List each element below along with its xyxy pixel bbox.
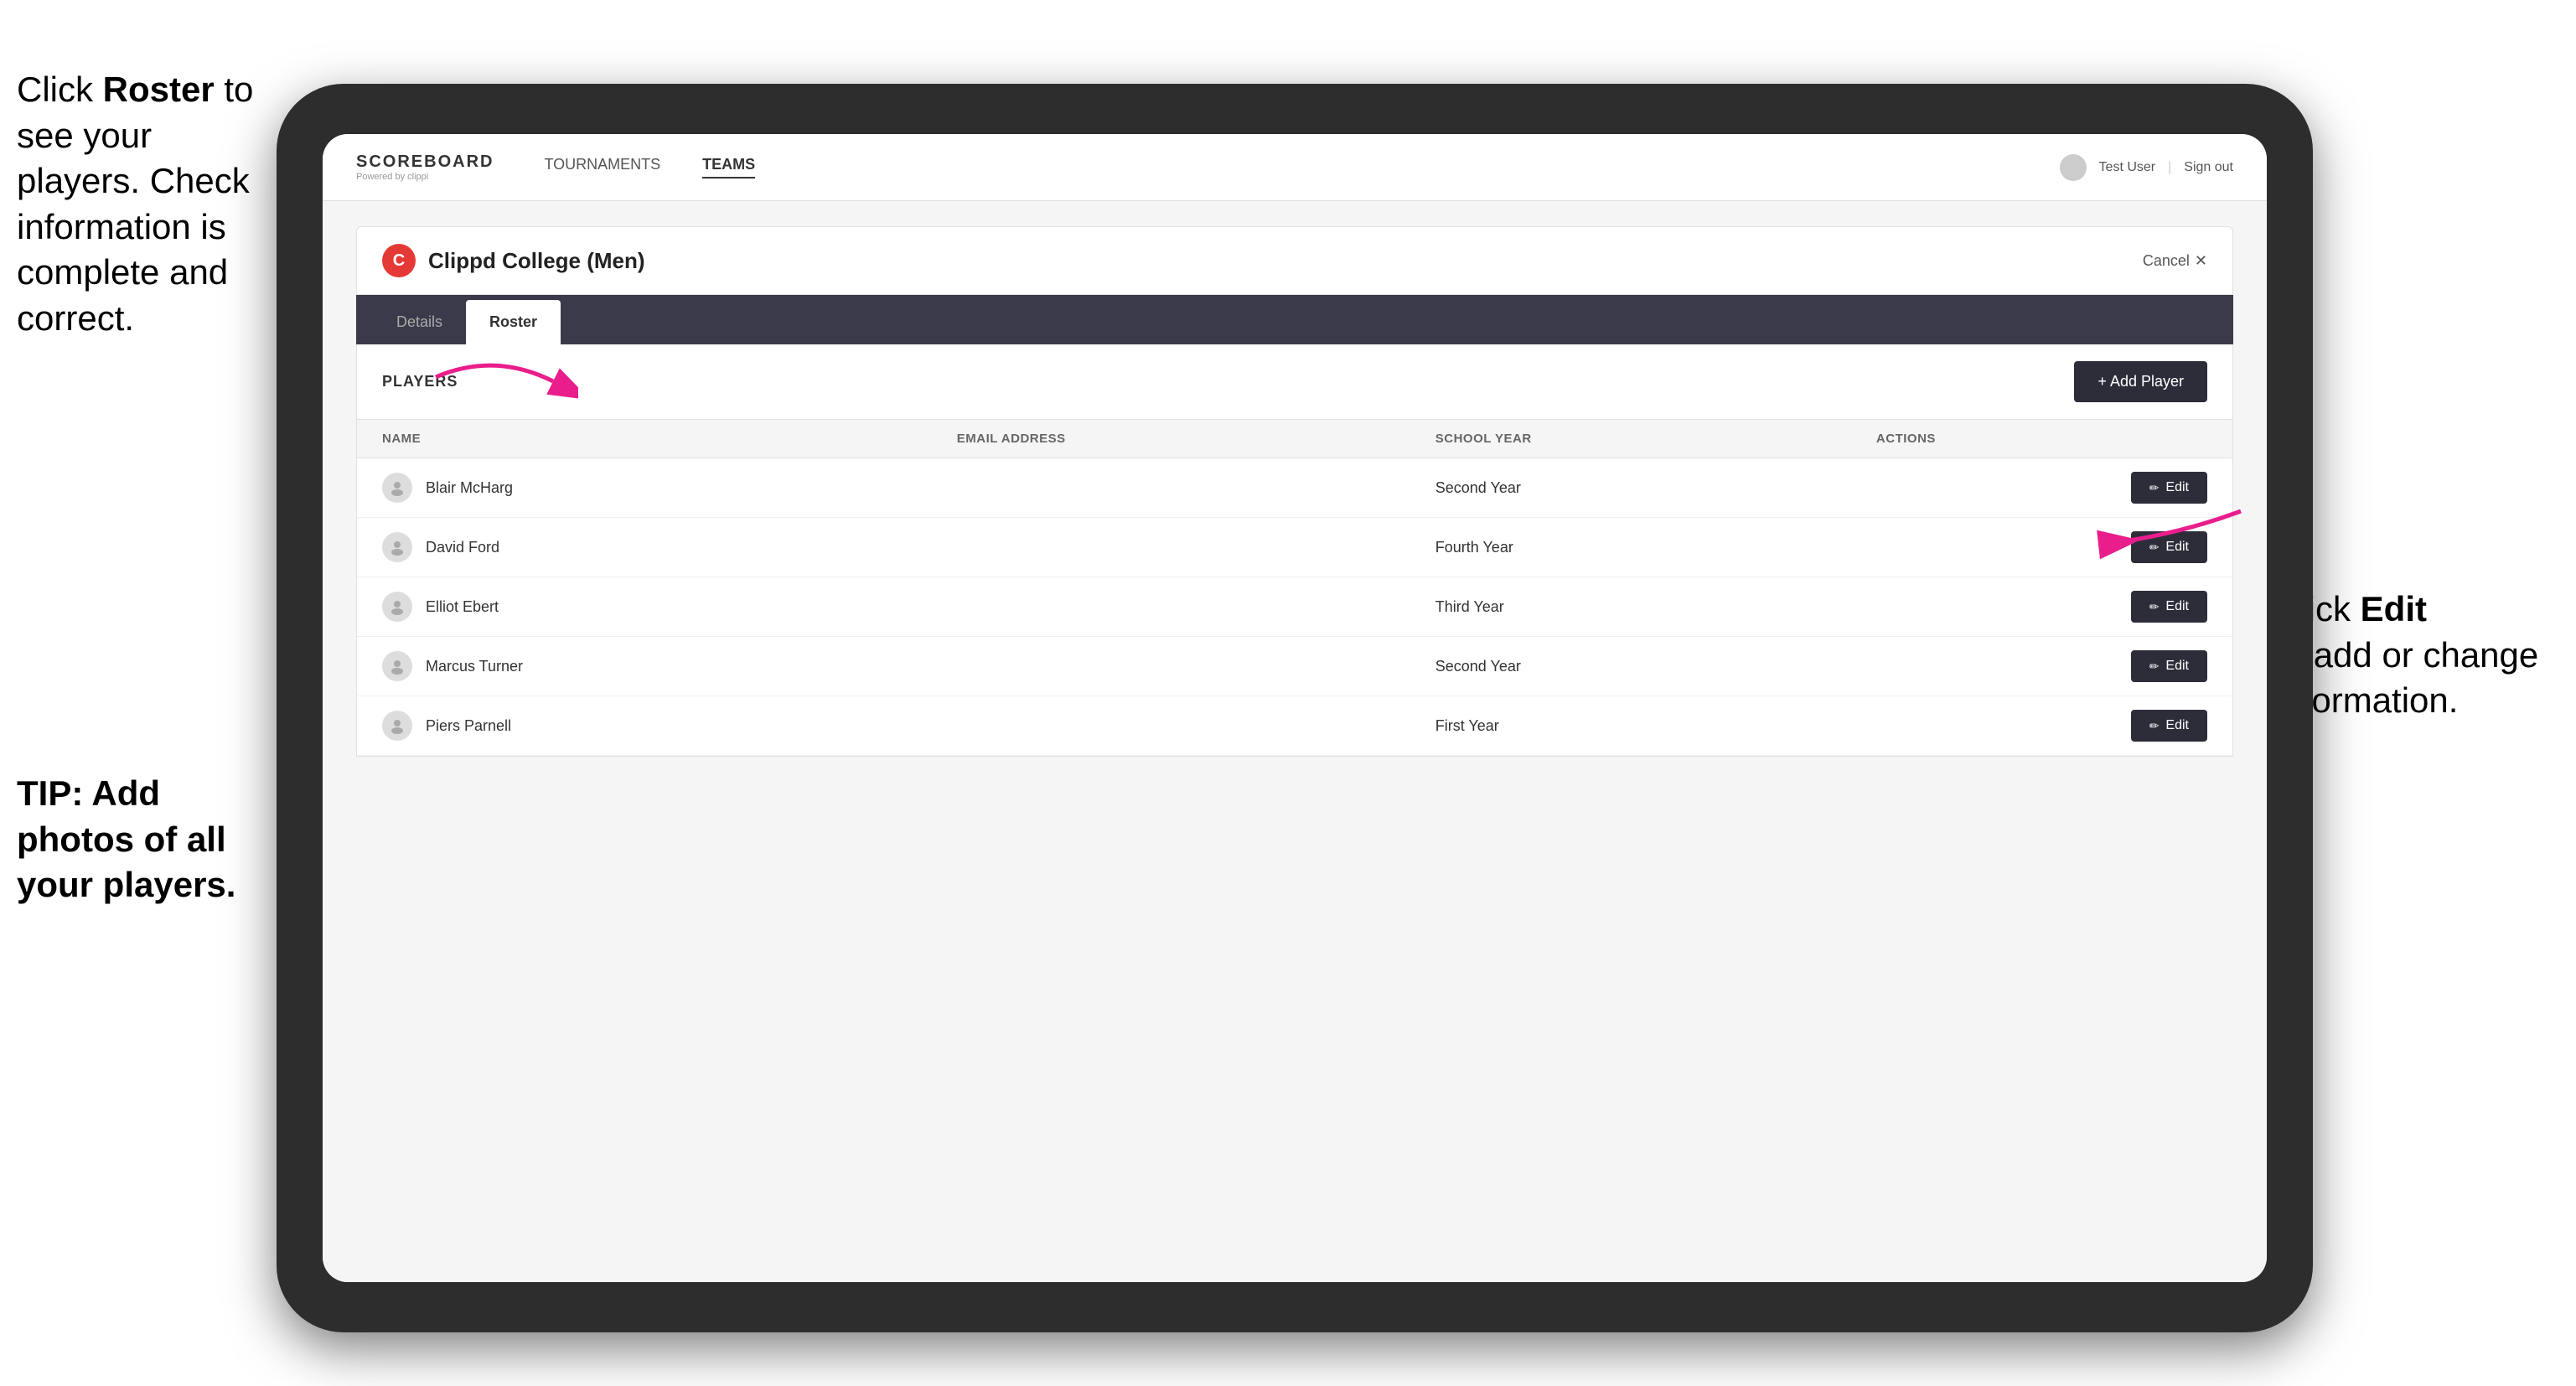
left-annotation: Click Roster to see your players. Check … (17, 67, 268, 342)
player-email (932, 696, 1410, 756)
roster-arrow (411, 335, 578, 419)
cancel-button[interactable]: Cancel ✕ (2143, 252, 2207, 270)
player-name: Blair McHarg (426, 479, 513, 497)
roster-header: PLAYERS + Add Player (357, 344, 2232, 420)
nav-bar: SCOREBOARD Powered by clippi TOURNAMENTS… (323, 134, 2267, 201)
team-name-row: C Clippd College (Men) (382, 244, 645, 277)
col-name: NAME (357, 420, 932, 458)
roster-panel: PLAYERS + Add Player NAME EMAIL ADDRESS … (356, 344, 2233, 757)
table-row: Marcus Turner Second Year ✏ Edit (357, 637, 2232, 696)
nav-teams[interactable]: TEAMS (702, 156, 755, 178)
tip-annotation: TIP: Add photos of all your players. (17, 771, 285, 908)
pencil-icon: ✏ (2149, 600, 2160, 614)
nav-tournaments[interactable]: TOURNAMENTS (544, 156, 660, 178)
logo-area: SCOREBOARD Powered by clippi (356, 153, 494, 182)
signout-link[interactable]: Sign out (2184, 160, 2233, 175)
player-school-year: Second Year (1410, 458, 1851, 518)
player-email (932, 518, 1410, 577)
players-table: NAME EMAIL ADDRESS SCHOOL YEAR ACTIONS (357, 420, 2232, 756)
player-name-cell: David Ford (357, 518, 932, 577)
player-actions-cell: ✏ Edit (1851, 696, 2232, 756)
team-header: C Clippd College (Men) Cancel ✕ (356, 226, 2233, 295)
tablet-frame: SCOREBOARD Powered by clippi TOURNAMENTS… (277, 84, 2313, 1332)
pencil-icon: ✏ (2149, 719, 2160, 733)
player-name-cell: Marcus Turner (357, 637, 932, 696)
edit-label: Edit (2165, 599, 2189, 614)
right-annotation: Click Editto add or changeinformation. (2274, 587, 2559, 724)
player-avatar (382, 651, 412, 681)
player-avatar (382, 711, 412, 741)
table-row: Blair McHarg Second Year ✏ Edit (357, 458, 2232, 518)
nav-separator: | (2168, 160, 2171, 175)
edit-label: Edit (2165, 718, 2189, 733)
player-email (932, 637, 1410, 696)
edit-player-button[interactable]: ✏ Edit (2131, 650, 2207, 682)
nav-right: Test User | Sign out (2060, 154, 2233, 181)
player-avatar (382, 532, 412, 562)
player-name: Marcus Turner (426, 658, 523, 675)
player-name-cell: Piers Parnell (357, 696, 932, 756)
table-row: David Ford Fourth Year ✏ Edit (357, 518, 2232, 577)
edit-arrow (2056, 486, 2258, 587)
edit-label: Edit (2165, 659, 2189, 674)
user-avatar-icon (2060, 154, 2087, 181)
player-school-year: First Year (1410, 696, 1851, 756)
player-name-cell: Blair McHarg (357, 458, 932, 518)
player-name: Elliot Ebert (426, 598, 499, 616)
col-school-year: SCHOOL YEAR (1410, 420, 1851, 458)
tab-bar: Details Roster (356, 295, 2233, 344)
team-title: Clippd College (Men) (428, 248, 645, 274)
player-avatar (382, 592, 412, 622)
table-row: Elliot Ebert Third Year ✏ Edit (357, 577, 2232, 637)
player-school-year: Third Year (1410, 577, 1851, 637)
tablet-screen: SCOREBOARD Powered by clippi TOURNAMENTS… (323, 134, 2267, 1282)
logo-subtitle: Powered by clippi (356, 172, 494, 182)
player-school-year: Second Year (1410, 637, 1851, 696)
logo-title: SCOREBOARD (356, 153, 494, 172)
roster-bold: Roster (103, 70, 215, 109)
add-player-button[interactable]: + Add Player (2074, 361, 2207, 402)
edit-player-button[interactable]: ✏ Edit (2131, 591, 2207, 623)
player-name-cell: Elliot Ebert (357, 577, 932, 637)
player-school-year: Fourth Year (1410, 518, 1851, 577)
col-email: EMAIL ADDRESS (932, 420, 1410, 458)
player-avatar (382, 473, 412, 503)
pencil-icon: ✏ (2149, 659, 2160, 674)
table-row: Piers Parnell First Year ✏ Edit (357, 696, 2232, 756)
content-area: C Clippd College (Men) Cancel ✕ Details … (323, 201, 2267, 1282)
nav-username: Test User (2099, 160, 2156, 175)
player-email (932, 458, 1410, 518)
player-name: David Ford (426, 539, 499, 556)
team-logo: C (382, 244, 416, 277)
edit-player-button[interactable]: ✏ Edit (2131, 710, 2207, 742)
edit-bold: Edit (2361, 589, 2427, 628)
player-email (932, 577, 1410, 637)
nav-links: TOURNAMENTS TEAMS (544, 156, 2059, 178)
table-header-row: NAME EMAIL ADDRESS SCHOOL YEAR ACTIONS (357, 420, 2232, 458)
player-name: Piers Parnell (426, 717, 511, 735)
col-actions: ACTIONS (1851, 420, 2232, 458)
player-actions-cell: ✏ Edit (1851, 637, 2232, 696)
